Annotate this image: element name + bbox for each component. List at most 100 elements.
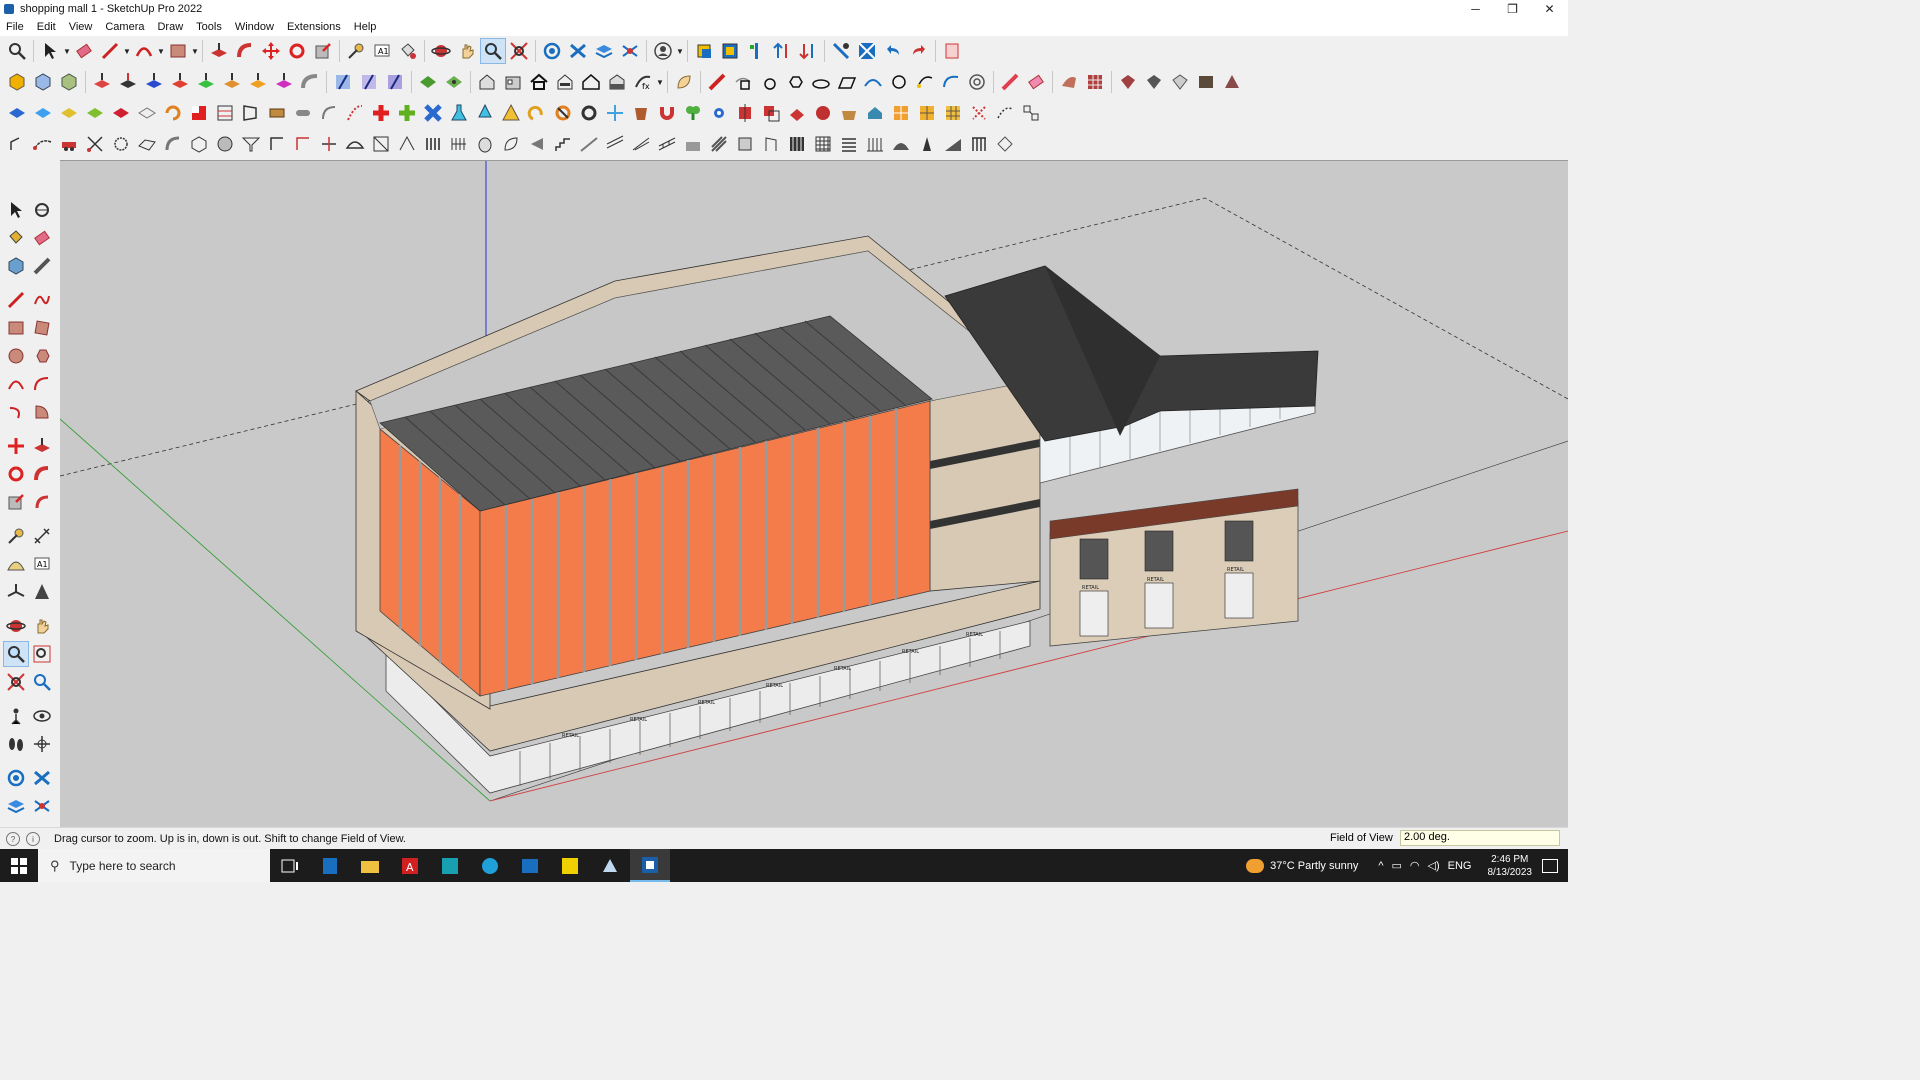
box-yellow-icon[interactable] (4, 69, 30, 95)
arc-tool-icon[interactable] (3, 371, 29, 397)
explode-icon[interactable] (810, 100, 836, 126)
house-side-icon[interactable] (500, 69, 526, 95)
model-info-icon[interactable] (617, 38, 643, 64)
push-pull-orange-icon[interactable] (219, 69, 245, 95)
extension-warehouse-icon[interactable] (29, 765, 55, 791)
clip-icon[interactable] (550, 100, 576, 126)
menu-draw[interactable]: Draw (151, 21, 190, 33)
dome-icon[interactable] (888, 131, 914, 157)
fence-icon[interactable] (862, 131, 888, 157)
info-icon[interactable]: i (26, 832, 40, 846)
funnel-icon[interactable] (238, 131, 264, 157)
3d-text-icon[interactable] (29, 579, 55, 605)
group-icon[interactable] (717, 38, 743, 64)
notifications-icon[interactable] (1542, 858, 1558, 873)
redo-icon[interactable] (906, 38, 932, 64)
extension-warehouse-icon[interactable] (565, 38, 591, 64)
model-canvas[interactable]: RETAIL RETAIL RETAIL RETAIL RETAIL RETAI… (60, 161, 1568, 827)
house-outline-icon[interactable] (578, 69, 604, 95)
square-outline-icon[interactable] (730, 69, 756, 95)
needle-icon[interactable] (316, 131, 342, 157)
zoom-window-icon[interactable] (29, 641, 55, 667)
tower-icon[interactable] (914, 131, 940, 157)
scissors-icon[interactable] (82, 131, 108, 157)
menu-extensions[interactable]: Extensions (281, 21, 348, 33)
corner-red-icon[interactable] (290, 131, 316, 157)
wifi-icon[interactable]: ◠ (1410, 859, 1420, 872)
texture-b-icon[interactable] (1141, 69, 1167, 95)
roof-icon[interactable] (862, 100, 888, 126)
sandbox-icon[interactable] (854, 38, 880, 64)
component-grid-icon[interactable] (1018, 100, 1044, 126)
polygon-icon[interactable] (886, 69, 912, 95)
terrain-alt-icon[interactable] (441, 69, 467, 95)
plane-yellow-icon[interactable] (56, 100, 82, 126)
rectangle-tool-icon[interactable] (3, 315, 29, 341)
pan-icon[interactable] (454, 38, 480, 64)
gear-icon[interactable] (706, 100, 732, 126)
polygon-tool-icon[interactable] (29, 343, 55, 369)
offset-tool-icon[interactable] (29, 489, 55, 515)
extension-icon[interactable] (939, 38, 965, 64)
push-pull-tool-icon[interactable] (29, 433, 55, 459)
push-pull-magenta-icon[interactable] (271, 69, 297, 95)
slash-violet-icon[interactable] (382, 69, 408, 95)
orbit-icon[interactable] (3, 613, 29, 639)
undo-icon[interactable] (880, 38, 906, 64)
select-tool-icon[interactable] (3, 197, 29, 223)
file-explorer-icon[interactable] (350, 849, 390, 882)
bezier-icon[interactable] (938, 69, 964, 95)
circle-tool-icon[interactable] (3, 343, 29, 369)
sort-up-icon[interactable] (769, 38, 795, 64)
sketchup-taskbar-icon[interactable] (630, 849, 670, 882)
texture-c-icon[interactable] (1167, 69, 1193, 95)
text-tool-icon[interactable]: A1 (29, 551, 55, 577)
tree-icon[interactable] (472, 100, 498, 126)
measurements-box[interactable]: 2.00 deg. (1400, 830, 1560, 846)
stairs-icon[interactable] (550, 131, 576, 157)
measure-red-icon[interactable] (997, 69, 1023, 95)
eraser-pink-icon[interactable] (1023, 69, 1049, 95)
dimension-tool-icon[interactable] (29, 523, 55, 549)
arrow-left-icon[interactable] (524, 131, 550, 157)
steps-gray-icon[interactable] (680, 131, 706, 157)
layers-icon[interactable] (591, 38, 617, 64)
zoom-icon[interactable] (480, 38, 506, 64)
plant-icon[interactable] (680, 100, 706, 126)
magnet-icon[interactable] (654, 100, 680, 126)
surface-icon[interactable] (134, 131, 160, 157)
freehand-icon[interactable] (912, 69, 938, 95)
language-indicator[interactable]: ENG (1448, 860, 1472, 872)
sort-down-icon[interactable] (795, 38, 821, 64)
sticky-notes-icon[interactable] (550, 849, 590, 882)
grid-orange-icon[interactable] (914, 100, 940, 126)
layers-icon[interactable] (3, 793, 29, 819)
shape-outline-icon[interactable] (992, 131, 1018, 157)
cross-green-icon[interactable] (394, 100, 420, 126)
frame-icon[interactable] (368, 131, 394, 157)
chevron-down-icon[interactable]: ▼ (191, 38, 199, 64)
paint-bucket-icon[interactable] (395, 38, 421, 64)
three-point-arc-icon[interactable] (3, 399, 29, 425)
eraser-icon[interactable] (29, 225, 55, 251)
task-view-icon[interactable] (270, 849, 310, 882)
chevron-down-icon[interactable]: ▼ (676, 38, 684, 64)
rotate-icon[interactable] (284, 38, 310, 64)
orbit-tool-icon[interactable] (29, 197, 55, 223)
flatten-icon[interactable] (784, 100, 810, 126)
louvres-icon[interactable] (836, 131, 862, 157)
box-blue-icon[interactable] (30, 69, 56, 95)
acrobat-icon[interactable]: A (390, 849, 430, 882)
list-icon[interactable] (212, 100, 238, 126)
ring-icon[interactable] (576, 100, 602, 126)
scale-tool-icon[interactable] (3, 489, 29, 515)
system-clock[interactable]: 2:46 PM 8/13/2023 (1488, 853, 1533, 879)
push-pull-amber-icon[interactable] (245, 69, 271, 95)
basket-icon[interactable] (836, 100, 862, 126)
geo-location-icon[interactable]: ? (6, 832, 20, 846)
orbit-icon[interactable] (428, 38, 454, 64)
arc-blue-icon[interactable] (860, 69, 886, 95)
solid-tools-icon[interactable] (828, 38, 854, 64)
pan-icon[interactable] (29, 613, 55, 639)
railing-icon[interactable] (654, 131, 680, 157)
